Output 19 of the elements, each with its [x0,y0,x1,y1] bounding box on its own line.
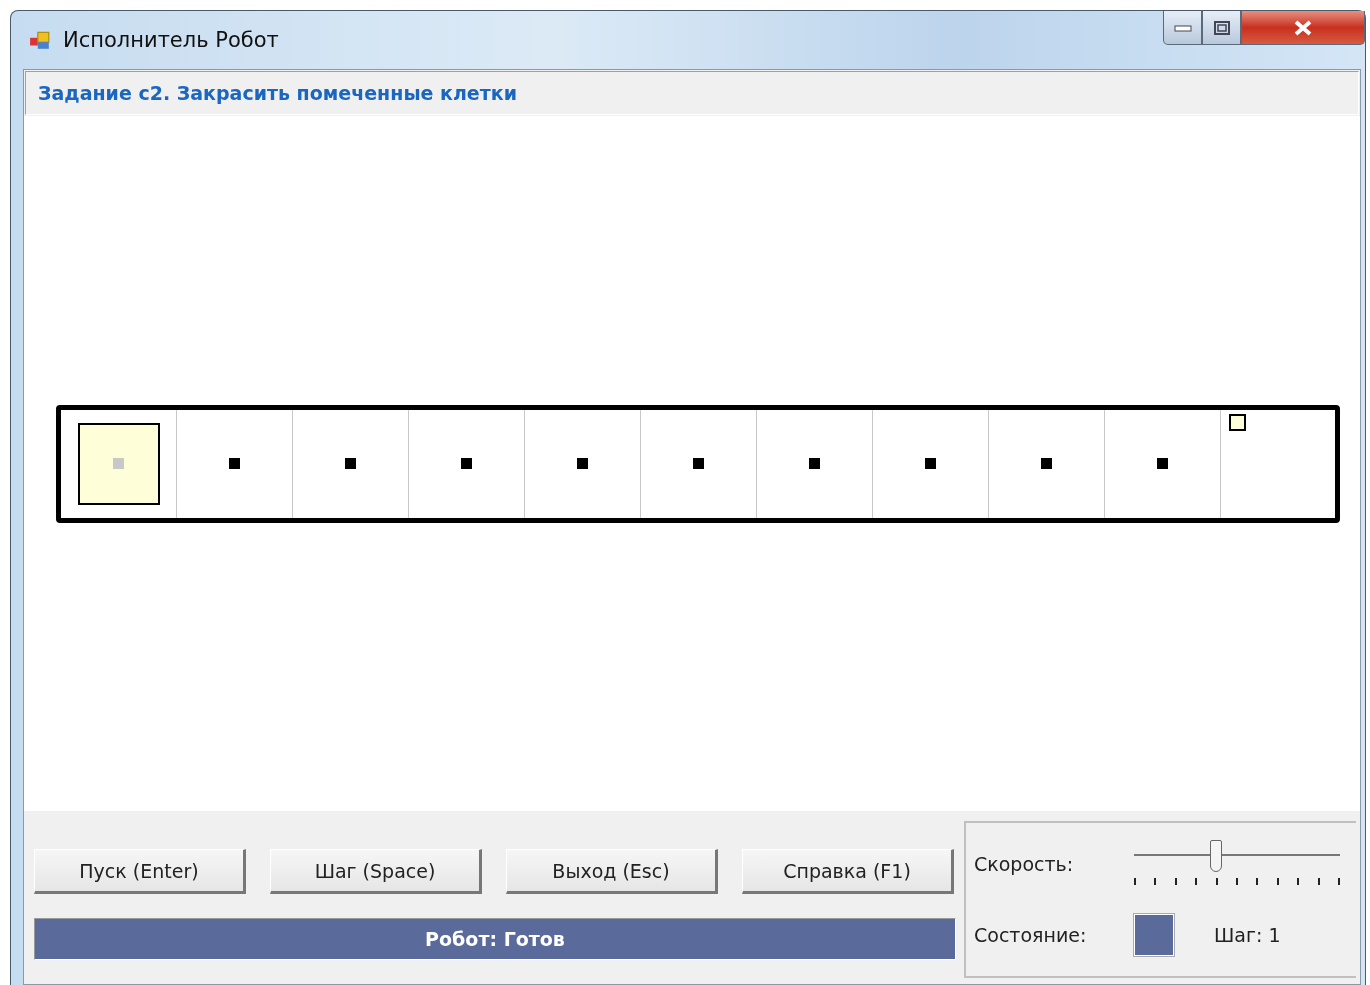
step-counter: Шаг: 1 [1214,923,1281,946]
maximize-button[interactable] [1202,11,1241,45]
task-title: Задание c2. Закрасить помеченные клетки [38,82,517,104]
status-text: Робот: Готов [425,928,565,950]
maximize-icon [1213,20,1230,35]
slider-thumb[interactable] [1210,840,1223,873]
close-icon [1293,19,1313,36]
command-button[interactable]: Пуск (Enter) [34,849,246,894]
command-button[interactable]: Шаг (Space) [270,849,482,894]
command-button[interactable]: Справка (F1) [742,849,954,894]
speed-label: Скорость: [974,853,1075,876]
command-button[interactable]: Выход (Esc) [506,849,718,894]
cell-mark [113,458,124,469]
minimize-button[interactable] [1163,11,1202,45]
window-title: Исполнитель Робот [63,28,279,52]
minimize-icon [1173,23,1192,32]
close-button[interactable] [1241,11,1365,45]
app-icon [29,29,51,51]
state-label: Состояние: [974,923,1088,946]
